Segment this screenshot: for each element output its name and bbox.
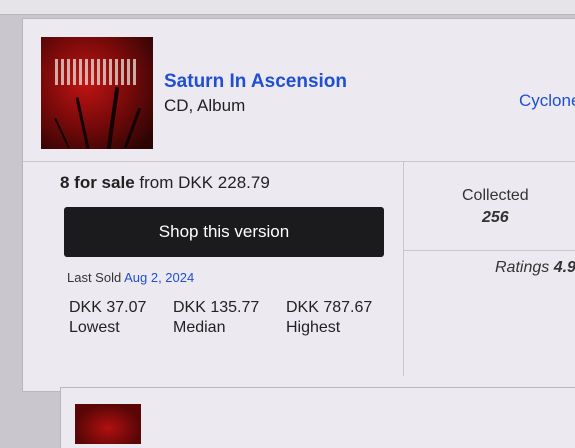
artist-link[interactable]: Cyclone bbox=[519, 91, 575, 111]
band-logo bbox=[55, 59, 139, 85]
stat-value: DKK 37.07 bbox=[69, 299, 147, 316]
collected-label: Collected bbox=[462, 187, 529, 204]
ratings-summary: Ratings 4.9 bbox=[495, 259, 575, 277]
stat-label: Median bbox=[173, 319, 226, 336]
last-sold: Last Sold Aug 2, 2024 bbox=[67, 270, 194, 285]
stat-value: DKK 135.77 bbox=[173, 299, 260, 316]
price-stat-highest: DKK 787.67 Highest bbox=[286, 299, 372, 337]
ratings-label: Ratings bbox=[495, 259, 550, 276]
price-stat-lowest: DKK 37.07 Lowest bbox=[69, 299, 146, 337]
divider bbox=[403, 250, 575, 251]
divider bbox=[23, 161, 575, 162]
previous-card-edge bbox=[0, 0, 575, 15]
release-card: Saturn In Ascension CD, Album Cyclone 8 … bbox=[22, 18, 575, 392]
ratings-value: 4.9 bbox=[553, 259, 575, 276]
stat-label: Highest bbox=[286, 319, 341, 336]
column-divider bbox=[403, 161, 404, 376]
for-sale-summary: 8 for sale from DKK 228.79 bbox=[60, 173, 270, 193]
price-stat-median: DKK 135.77 Median bbox=[173, 299, 259, 337]
shop-this-version-button[interactable]: Shop this version bbox=[64, 207, 384, 257]
stat-value: DKK 787.67 bbox=[286, 299, 373, 316]
last-sold-label: Last Sold bbox=[67, 270, 122, 285]
release-title-link[interactable]: Saturn In Ascension bbox=[164, 71, 347, 93]
stat-label: Lowest bbox=[69, 319, 120, 336]
for-sale-count: 8 for sale bbox=[60, 173, 135, 192]
album-cover-image[interactable] bbox=[41, 37, 153, 149]
last-sold-date-link[interactable]: Aug 2, 2024 bbox=[124, 270, 194, 285]
collected-count-link[interactable]: 256 bbox=[482, 209, 509, 227]
next-release-card bbox=[60, 387, 575, 448]
album-cover-image[interactable] bbox=[75, 404, 141, 444]
for-sale-price: from DKK 228.79 bbox=[139, 173, 270, 192]
release-format: CD, Album bbox=[164, 96, 246, 115]
